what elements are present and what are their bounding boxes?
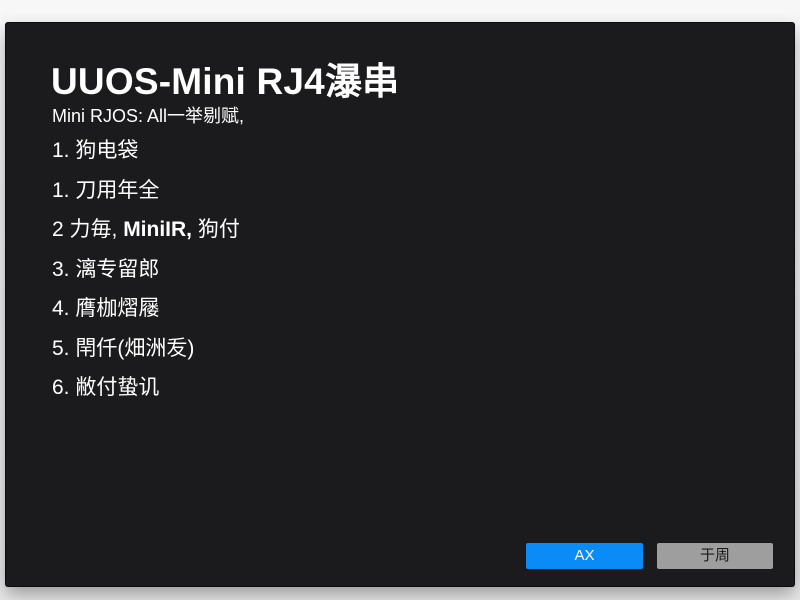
step-text-suffix: 狗付 [192, 218, 240, 241]
step-text: 1. 刀用年全 [52, 178, 160, 202]
primary-button[interactable]: AX [526, 543, 643, 569]
step-text: 6. 敝付蛰讥 [52, 376, 160, 399]
step-item-4: 3. 漓专留郎 [52, 257, 240, 297]
dialog-title: UUOS-Mini RJ4瀑串 [51, 61, 400, 102]
step-item-7: 6. 敝付蛰讥 [52, 375, 240, 415]
step-item-1: 1. 狗电袋 [52, 138, 240, 178]
desktop-background: UUOS-Mini RJ4瀑串 Mini RJOS: All一举剔赋, 1. 狗… [0, 0, 800, 600]
dialog-subtitle: Mini RJOS: All一举剔赋, [52, 106, 245, 126]
step-item-3: 2 力毎, MiniIR, 狗付 [52, 217, 240, 257]
step-highlight: MiniIR, [123, 218, 193, 241]
step-text: 3. 漓专留郎 [52, 257, 160, 281]
step-item-5: 4. 膺枷熠屦 [52, 296, 240, 336]
secondary-button[interactable]: 于周 [657, 543, 773, 569]
setup-dialog: UUOS-Mini RJ4瀑串 Mini RJOS: All一举剔赋, 1. 狗… [6, 23, 794, 586]
step-text: 5. 閈仟(畑洲叐) [52, 336, 195, 360]
step-item-2: 1. 刀用年全 [52, 178, 240, 218]
step-list: 1. 狗电袋 1. 刀用年全 2 力毎, MiniIR, 狗付 3. 漓专留郎 … [52, 138, 240, 415]
step-text: 2 力毎, [52, 218, 124, 241]
step-text: 4. 膺枷熠屦 [52, 297, 160, 320]
step-item-6: 5. 閈仟(畑洲叐) [52, 336, 240, 376]
step-text: 1. 狗电袋 [52, 139, 139, 162]
